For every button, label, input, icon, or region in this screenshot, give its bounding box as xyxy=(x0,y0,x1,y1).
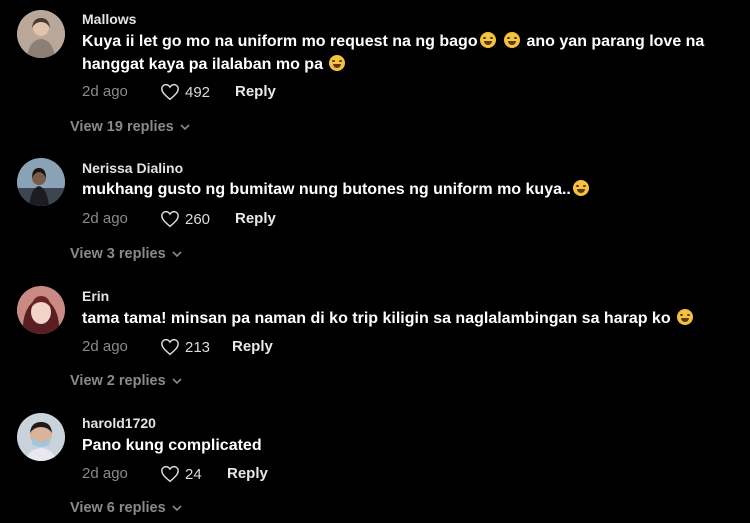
timestamp: 2d ago xyxy=(82,465,128,482)
username[interactable]: Nerissa Dialino xyxy=(82,160,183,176)
heart-icon xyxy=(161,465,179,483)
squinting-face-emoji-icon xyxy=(329,55,346,71)
reply-button[interactable]: Reply xyxy=(227,465,268,482)
view-replies-button[interactable]: View 2 replies xyxy=(70,373,182,389)
like-count: 260 xyxy=(185,210,211,228)
username[interactable]: Mallows xyxy=(82,11,136,27)
timestamp: 2d ago xyxy=(82,83,128,100)
comment-text: mukhang gusto ng bumitaw nung butones ng… xyxy=(82,178,732,201)
like-button[interactable]: 260 xyxy=(160,210,210,228)
like-button[interactable]: 24 xyxy=(160,465,202,483)
comment-text-part: hanggat kaya pa ilalaban mo pa xyxy=(82,56,323,73)
rofl-emoji-icon xyxy=(479,32,496,48)
like-button[interactable]: 492 xyxy=(160,83,210,101)
rofl-emoji-icon xyxy=(504,32,521,48)
comment-text: Pano kung complicated xyxy=(82,434,732,457)
chevron-down-icon xyxy=(172,250,182,257)
view-replies-button[interactable]: View 3 replies xyxy=(70,246,182,262)
reply-button[interactable]: Reply xyxy=(235,83,276,100)
avatar[interactable] xyxy=(17,413,65,461)
avatar[interactable] xyxy=(17,10,65,58)
like-count: 213 xyxy=(185,338,211,356)
view-replies-label: View 19 replies xyxy=(70,119,174,135)
chevron-down-icon xyxy=(172,377,182,384)
view-replies-button[interactable]: View 6 replies xyxy=(70,500,182,516)
comment-text: Kuya ii let go mo na uniform mo request … xyxy=(82,30,732,76)
like-count: 24 xyxy=(185,465,202,483)
chevron-down-icon xyxy=(172,504,182,511)
timestamp: 2d ago xyxy=(82,338,128,355)
like-count: 492 xyxy=(185,83,211,101)
like-button[interactable]: 213 xyxy=(160,338,210,356)
heart-icon xyxy=(161,210,179,228)
view-replies-label: View 6 replies xyxy=(70,500,166,516)
reply-button[interactable]: Reply xyxy=(235,210,276,227)
avatar[interactable] xyxy=(17,286,65,334)
view-replies-label: View 3 replies xyxy=(70,246,166,262)
comment-text: tama tama! minsan pa naman di ko trip ki… xyxy=(82,307,732,330)
username[interactable]: Erin xyxy=(82,288,109,304)
username[interactable]: harold1720 xyxy=(82,415,156,431)
heart-icon xyxy=(161,83,179,101)
comment-text-part: tama tama! minsan pa naman di ko trip ki… xyxy=(82,310,671,327)
rofl-emoji-icon xyxy=(677,309,694,325)
chevron-down-icon xyxy=(180,123,190,130)
view-replies-label: View 2 replies xyxy=(70,373,166,389)
view-replies-button[interactable]: View 19 replies xyxy=(70,119,190,135)
comment-text-part: Pano kung complicated xyxy=(82,437,262,454)
comment-text-part: ano yan parang love na xyxy=(526,33,705,50)
comment-text-part: mukhang gusto ng bumitaw nung butones ng… xyxy=(82,181,571,198)
timestamp: 2d ago xyxy=(82,210,128,227)
reply-button[interactable]: Reply xyxy=(232,338,273,355)
grinning-face-emoji-icon xyxy=(572,180,589,196)
avatar[interactable] xyxy=(17,158,65,206)
heart-icon xyxy=(161,338,179,356)
comment-text-part: Kuya ii let go mo na uniform mo request … xyxy=(82,33,478,50)
